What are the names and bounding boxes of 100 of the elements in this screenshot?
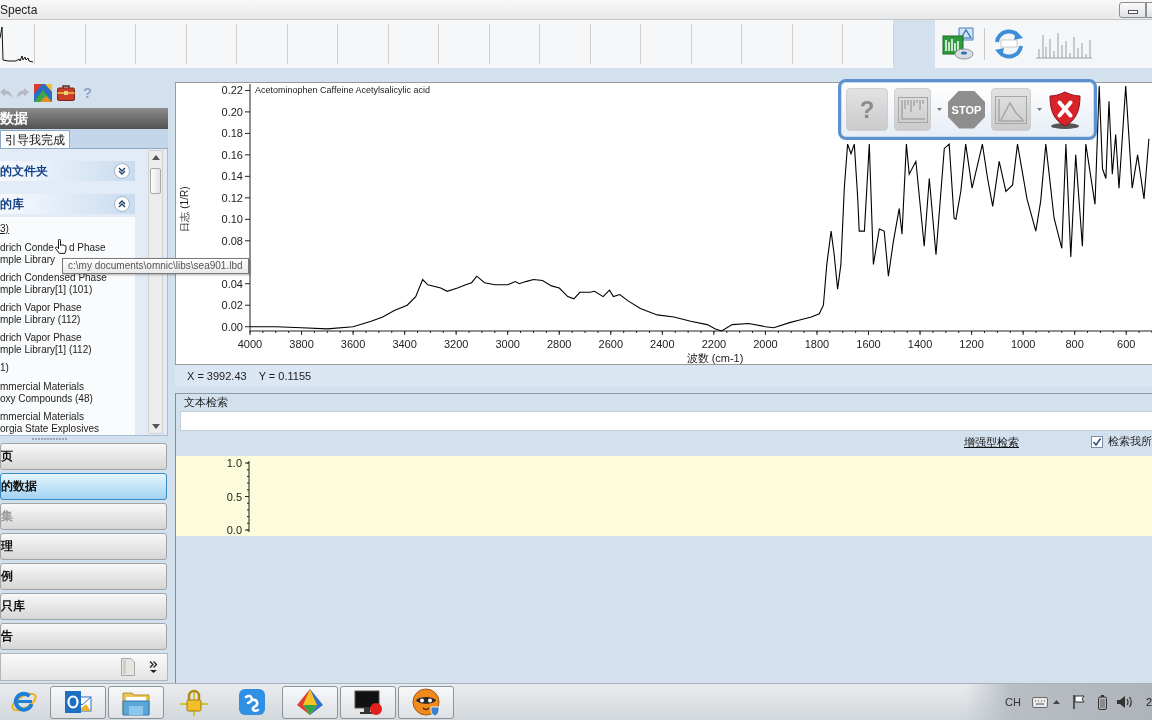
x-tick-label: 3000 <box>495 338 520 350</box>
y-tick-label: 1.0 <box>226 457 242 469</box>
library-entry-line[interactable]: mmercial Materials <box>0 411 84 423</box>
input-language[interactable]: CH <box>1005 696 1020 708</box>
pyramid-icon <box>296 688 324 716</box>
library-link[interactable]: 3) <box>0 223 9 235</box>
x-tick-label: 1000 <box>1010 338 1036 350</box>
x-tick-label: 3200 <box>443 338 469 350</box>
library-entry-line[interactable]: orgia State Explosives <box>0 423 99 435</box>
refresh-icon[interactable] <box>992 28 1026 60</box>
x-tick-label: 1800 <box>804 338 830 350</box>
x-tick-label: 2000 <box>753 338 778 350</box>
x-tick-label: 4000 <box>237 338 263 350</box>
x-tick-label: 2800 <box>547 338 572 350</box>
library-entry-line[interactable]: drich Vapor Phase <box>0 302 82 314</box>
x-tick-label: 1200 <box>959 338 984 350</box>
library-entry-line[interactable]: mple Library[1] (101) <box>0 284 93 296</box>
collapse-icon[interactable] <box>114 196 130 212</box>
y-tick-label: 0.5 <box>226 490 242 503</box>
library-entry-line[interactable]: mple Library <box>0 254 56 266</box>
clock[interactable]: 2 <box>1146 696 1152 708</box>
y-tick-label: 0.08 <box>221 234 243 247</box>
y-tick-label: 0.04 <box>221 277 243 290</box>
peak-icon <box>995 95 1027 124</box>
chart-title: Acetominophen Caffeine Acetylsalicylic acid <box>255 85 430 95</box>
nav-button[interactable]: 的数据 <box>0 473 167 500</box>
x-tick-label: 600 <box>1117 338 1136 350</box>
y-tick-label: 0.0 <box>226 524 242 536</box>
nav-button[interactable]: 页 <box>0 443 167 470</box>
x-tick-label: 800 <box>1065 338 1084 350</box>
x-axis-title: 波数 (cm-1) <box>686 352 744 364</box>
panel-title: 文本检索 <box>183 396 229 409</box>
x-tick-label: 1400 <box>907 338 933 350</box>
tooltip: c:\my documents\omnic\libs\sea901.lbd <box>62 258 249 274</box>
checkbox-label[interactable]: 检索我所 <box>1108 435 1152 449</box>
monitor-icon <box>354 688 382 716</box>
nav-button[interactable]: 只库 <box>0 593 167 620</box>
nav-button[interactable]: 理 <box>0 533 167 560</box>
taskbar-button[interactable] <box>340 685 396 719</box>
caret-up-icon[interactable] <box>1053 700 1060 704</box>
nav-button[interactable]: 告 <box>0 623 167 650</box>
x-tick-label: 3400 <box>392 338 417 350</box>
mask-face-icon <box>412 688 440 716</box>
spectrum-icon <box>897 96 928 123</box>
close-button[interactable] <box>1048 90 1082 129</box>
cursor-y-readout: Y = 0.1155 <box>258 369 312 382</box>
library-group[interactable]: 1) <box>0 362 9 374</box>
toolbox-icon[interactable] <box>57 85 75 101</box>
y-tick-label: 0.02 <box>221 299 243 312</box>
taskbar-button[interactable] <box>398 685 454 719</box>
section-header[interactable]: 的库 <box>0 194 135 214</box>
y-tick-label: 0.14 <box>221 170 243 183</box>
x-tick-label: 2400 <box>650 338 675 350</box>
scroll-up-icon[interactable] <box>151 155 160 160</box>
y-axis-title: 日志 (1/R) <box>179 186 190 232</box>
library-entry-line[interactable]: mple Library (112) <box>0 314 81 326</box>
color-map-icon[interactable] <box>34 84 52 102</box>
scrollbar-thumb[interactable] <box>150 168 161 194</box>
double-chevron-icon[interactable] <box>149 661 158 673</box>
maximize-button[interactable] <box>1146 1 1152 18</box>
checkbox[interactable] <box>1091 436 1103 448</box>
x-tick-label: 3600 <box>340 338 366 350</box>
window-title: Specta <box>0 2 38 17</box>
y-tick-label: 0.16 <box>221 148 243 161</box>
nav-button[interactable]: 例 <box>0 563 167 590</box>
library-entry-line[interactable]: oxy Compounds (48) <box>0 393 93 405</box>
x-tick-label: 1600 <box>856 338 881 350</box>
x-tick-label: 2600 <box>598 338 624 350</box>
expand-icon[interactable] <box>114 163 130 179</box>
library-entry-line[interactable]: drich Vapor Phase <box>0 332 82 344</box>
flag-icon[interactable] <box>1073 695 1085 709</box>
cursor-x-readout: X = 3992.43 <box>187 369 247 382</box>
library-entry-line[interactable]: mple Library[1] (112) <box>0 344 92 356</box>
minimize-icon <box>1127 9 1138 14</box>
y-tick-label: 0.10 <box>221 213 243 226</box>
keyboard-icon[interactable] <box>1032 696 1048 708</box>
speaker-icon[interactable] <box>1117 695 1133 709</box>
mail-icon <box>64 688 92 716</box>
shield-close-icon <box>1048 90 1082 129</box>
y-tick-label: 0.18 <box>221 127 243 140</box>
search-field[interactable] <box>180 411 1152 431</box>
y-tick-label: 0.12 <box>221 191 243 204</box>
y-tick-label: 0.22 <box>221 84 243 97</box>
x-tick-label: 2200 <box>701 338 727 350</box>
y-tick-label: 0.20 <box>221 105 243 118</box>
padlock-icon <box>180 688 208 716</box>
x-tick-label: 3800 <box>289 338 314 350</box>
section-header[interactable]: 的文件夹 <box>0 161 135 181</box>
chart-stack-icon[interactable] <box>942 27 976 61</box>
advanced-search-link[interactable]: 增强型检索 <box>964 434 1019 450</box>
tab[interactable]: 引导我完成 <box>0 130 70 148</box>
library-entry-line[interactable]: drich Conde d Phase <box>0 242 106 254</box>
scroll-down-icon[interactable] <box>151 424 160 429</box>
sidebar-header: 数据 <box>0 108 168 129</box>
minimize-button[interactable] <box>1119 1 1146 18</box>
app-tile-icon <box>238 688 266 716</box>
y-tick-label: 0.00 <box>221 320 243 333</box>
library-entry-line[interactable]: mmercial Materials <box>0 381 84 393</box>
spectrum-thumbnail[interactable] <box>0 24 34 64</box>
battery-icon[interactable] <box>1098 694 1107 710</box>
